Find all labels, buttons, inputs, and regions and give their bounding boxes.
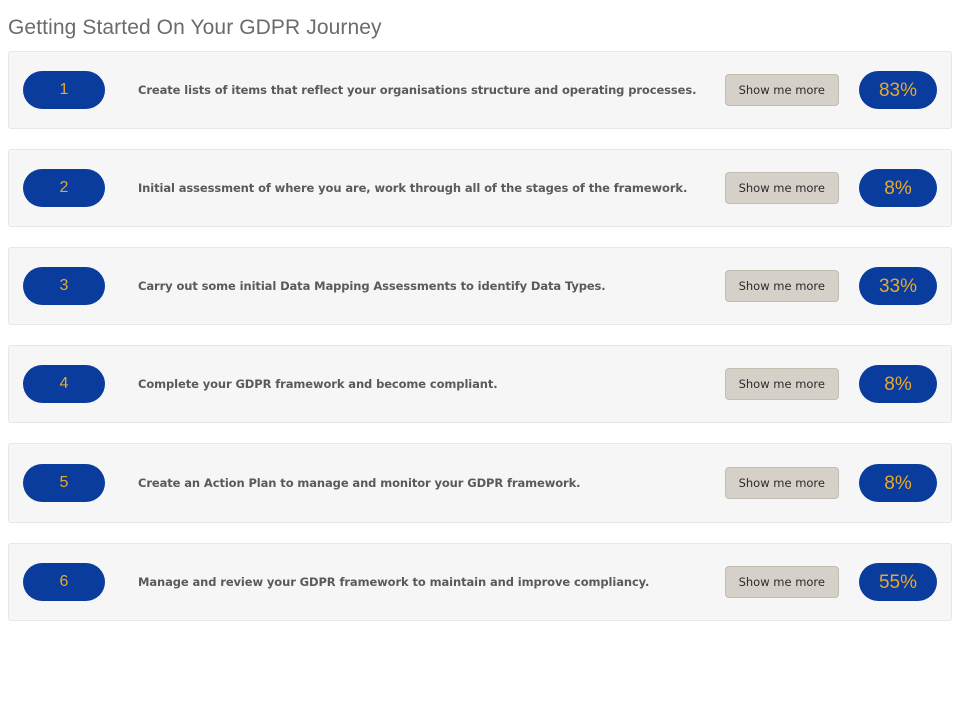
journey-step-row: 4 Complete your GDPR framework and becom… — [8, 345, 952, 423]
step-description: Carry out some initial Data Mapping Asse… — [138, 279, 606, 293]
show-me-more-button[interactable]: Show me more — [724, 368, 839, 400]
page-title: Getting Started On Your GDPR Journey — [8, 16, 382, 39]
step-description: Initial assessment of where you are, wor… — [138, 181, 688, 195]
journey-step-row: 5 Create an Action Plan to manage and mo… — [8, 443, 952, 523]
journey-step-row: 1 Create lists of items that reflect you… — [8, 51, 952, 129]
gdpr-journey-page: Getting Started On Your GDPR Journey 1 C… — [0, 0, 960, 720]
step-number-badge: 1 — [23, 71, 105, 109]
step-progress-percent[interactable]: 8% — [859, 365, 937, 403]
step-progress-percent[interactable]: 8% — [859, 464, 937, 502]
show-me-more-button[interactable]: Show me more — [724, 467, 839, 499]
step-number-badge: 2 — [23, 169, 105, 207]
step-number-badge: 5 — [23, 464, 105, 502]
step-progress-percent[interactable]: 83% — [859, 71, 937, 109]
step-number-badge: 3 — [23, 267, 105, 305]
step-description: Create an Action Plan to manage and moni… — [138, 476, 581, 490]
step-progress-percent[interactable]: 8% — [859, 169, 937, 207]
show-me-more-button[interactable]: Show me more — [724, 172, 839, 204]
show-me-more-button[interactable]: Show me more — [724, 566, 839, 598]
journey-step-list: 1 Create lists of items that reflect you… — [0, 42, 960, 621]
step-number-badge: 6 — [23, 563, 105, 601]
journey-step-row: 3 Carry out some initial Data Mapping As… — [8, 247, 952, 325]
step-description: Create lists of items that reflect your … — [138, 83, 697, 97]
step-description: Complete your GDPR framework and become … — [138, 377, 498, 391]
journey-step-row: 2 Initial assessment of where you are, w… — [8, 149, 952, 227]
step-progress-percent[interactable]: 55% — [859, 563, 937, 601]
show-me-more-button[interactable]: Show me more — [724, 74, 839, 106]
journey-step-row: 6 Manage and review your GDPR framework … — [8, 543, 952, 621]
show-me-more-button[interactable]: Show me more — [724, 270, 839, 302]
step-progress-percent[interactable]: 33% — [859, 267, 937, 305]
step-number-badge: 4 — [23, 365, 105, 403]
step-description: Manage and review your GDPR framework to… — [138, 575, 650, 589]
